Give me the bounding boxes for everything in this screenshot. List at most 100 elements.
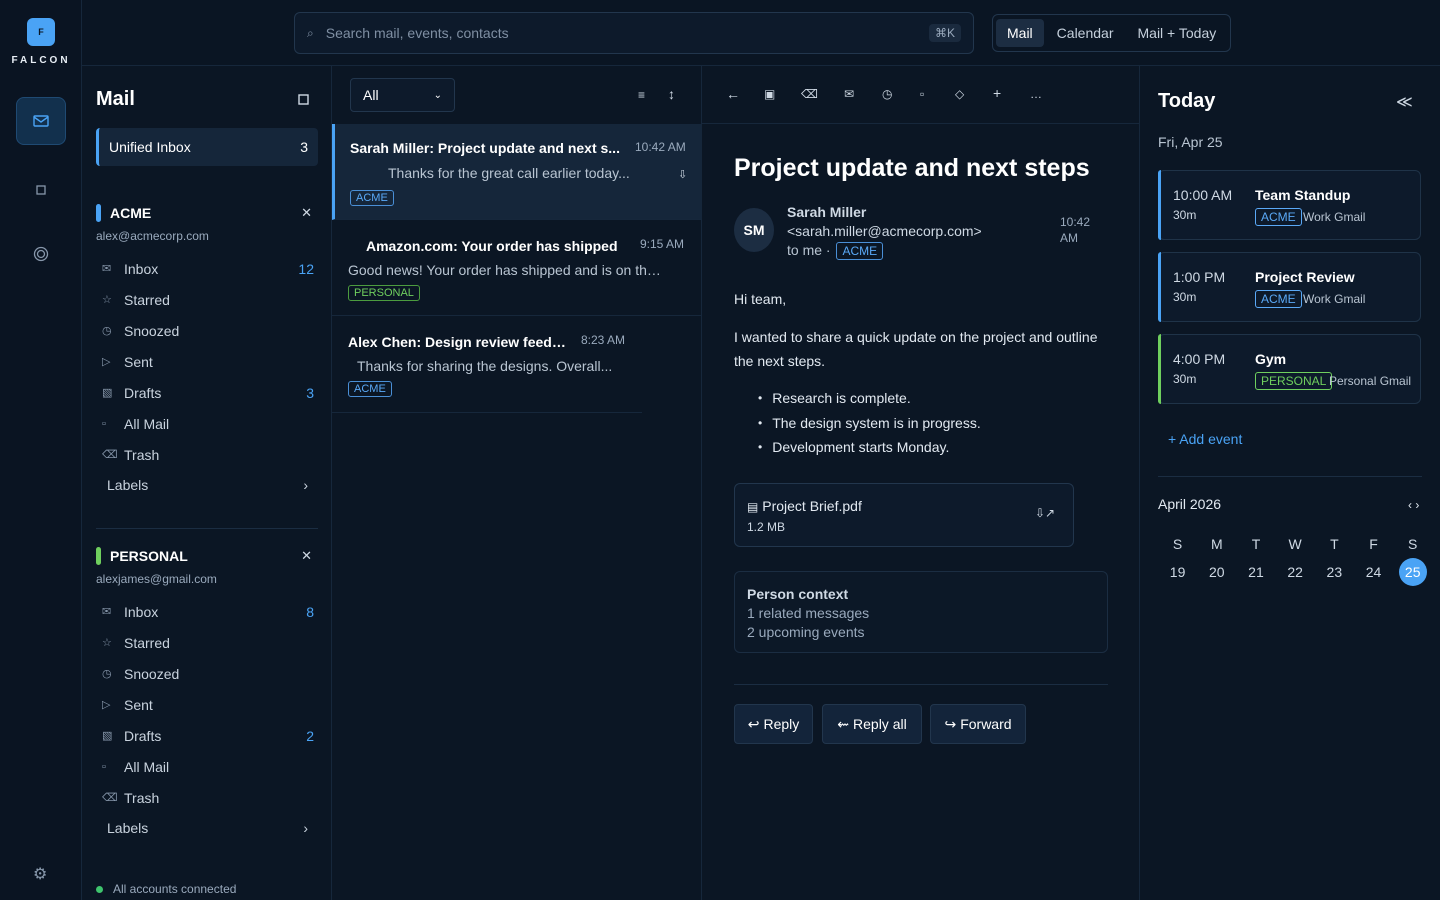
back-arrow-icon[interactable]: ←: [726, 86, 740, 102]
weekday-label: S: [1172, 536, 1183, 552]
view-mail-tab[interactable]: Mail: [996, 19, 1044, 47]
folder-snoozed[interactable]: ◷ Snoozed: [96, 658, 318, 689]
snooze-clock-icon[interactable]: ◷: [882, 87, 892, 101]
body-paragraph: I wanted to share a quick update on the …: [734, 329, 1098, 369]
archive-icon: ▫: [102, 417, 106, 430]
today-date: Fri, Apr 25: [1158, 134, 1223, 150]
more-icon[interactable]: …: [1030, 87, 1042, 101]
reader-toolbar: ← ▣ ⌫ ✉ ◷ ▫ ◇ + …: [702, 66, 1140, 124]
weekday-label: M: [1210, 536, 1223, 552]
account-email: alex@acmecorp.com: [96, 229, 209, 243]
body-bullets: Research is complete. The design system …: [758, 386, 981, 460]
labels-toggle[interactable]: Labels ›: [96, 470, 318, 500]
folder-drafts[interactable]: ▧ Drafts 2: [96, 720, 318, 751]
folder-trash[interactable]: ⌫ Trash: [96, 782, 318, 813]
rail-calendar-button[interactable]: [16, 166, 66, 214]
status-dot: [96, 885, 103, 893]
calendar-day-selected[interactable]: 25: [1393, 558, 1432, 586]
forward-button[interactable]: ↪ Forward: [930, 704, 1026, 744]
message-row[interactable]: Alex Chen: Design review feedback 8:23 A…: [332, 316, 702, 412]
event-calendar: Work Gmail: [1303, 210, 1366, 224]
folder-drafts[interactable]: ▧ Drafts 3: [96, 377, 318, 408]
folder-all-mail[interactable]: ▫ All Mail: [96, 751, 318, 782]
rail-contacts-button[interactable]: [16, 230, 66, 278]
attachment-card[interactable]: ▤ Project Brief.pdf 1.2 MB ⇩↗: [734, 483, 1074, 547]
weekday-label: T: [1251, 536, 1261, 552]
reply-button[interactable]: ↩ Reply: [734, 704, 813, 744]
unified-inbox-count: 3: [300, 139, 308, 155]
message-row[interactable]: Sarah Miller: Project update and next s.…: [332, 124, 702, 220]
labels-toggle[interactable]: Labels ›: [96, 813, 318, 843]
message-time: 10:42 AM: [1060, 215, 1091, 245]
calendar-day[interactable]: 19: [1158, 558, 1197, 586]
delete-icon[interactable]: ⌫: [801, 87, 818, 101]
settings-gear-icon[interactable]: ⚙: [33, 864, 47, 884]
calendar-day[interactable]: 24: [1354, 558, 1393, 586]
folder-starred[interactable]: ☆ Starred: [96, 284, 318, 315]
menu-icon[interactable]: ≡: [638, 88, 645, 102]
calendar-day[interactable]: 22: [1276, 558, 1315, 586]
archive-icon[interactable]: ▣: [764, 87, 775, 101]
account-divider: [96, 528, 318, 529]
weekday-label: W: [1288, 536, 1302, 552]
folder-inbox[interactable]: ✉ Inbox 12: [96, 253, 318, 284]
account-tag: ACME: [836, 242, 884, 260]
sort-icon[interactable]: ↕: [668, 86, 675, 102]
event-color-bar: [1158, 252, 1161, 322]
folder-sent[interactable]: ▷ Sent: [96, 689, 318, 720]
filter-select[interactable]: All ⌄: [350, 78, 455, 112]
collapse-panel-icon[interactable]: ≪: [1396, 92, 1413, 112]
person-context-title: Person context: [747, 586, 849, 602]
square-icon[interactable]: ▫: [920, 87, 924, 101]
account-color-bar: [96, 547, 101, 565]
close-icon[interactable]: ✕: [301, 548, 312, 564]
folder-snoozed[interactable]: ◷ Snoozed: [96, 315, 318, 346]
send-icon: ▷: [102, 356, 111, 368]
reader-divider: [734, 684, 1108, 685]
star-icon: ☆: [102, 294, 112, 306]
search-shortcut: ⌘K: [928, 24, 961, 42]
search-input[interactable]: [325, 25, 929, 41]
archive-icon: ▫: [102, 760, 106, 773]
top-bar: ⌕ ⌘K Mail Calendar Mail + Today: [82, 0, 1440, 66]
calendar-day[interactable]: 21: [1236, 558, 1275, 586]
event-card[interactable]: 10:00 AM 30m Team Standup ACME Work Gmai…: [1158, 170, 1421, 240]
folder-all-mail[interactable]: ▫ All Mail: [96, 408, 318, 439]
download-open-icon[interactable]: ⇩↗: [1035, 506, 1055, 520]
rail-mail-button[interactable]: [16, 97, 66, 145]
message-list: All ⌄ ≡ ↕ Sarah Miller: Project update a…: [332, 66, 702, 900]
calendar-day[interactable]: 20: [1197, 558, 1236, 586]
mark-unread-icon[interactable]: ✉: [844, 87, 854, 101]
reply-all-button[interactable]: ⇜ Reply all: [822, 704, 922, 744]
event-card[interactable]: 1:00 PM 30m Project Review ACME Work Gma…: [1158, 252, 1421, 322]
event-card[interactable]: 4:00 PM 30m Gym PERSONAL Personal Gmail: [1158, 334, 1421, 404]
mail-sidebar: Mail Unified Inbox 3 ACME ✕ alex@acmecor…: [82, 66, 332, 900]
weekday-label: S: [1408, 536, 1418, 552]
folder-inbox[interactable]: ✉ Inbox 8: [96, 596, 318, 627]
recipient-line: to me · ACME: [787, 242, 884, 260]
close-icon[interactable]: ✕: [301, 205, 312, 221]
label-tag-icon[interactable]: ◇: [955, 87, 964, 101]
search-box[interactable]: ⌕ ⌘K: [294, 12, 974, 54]
add-event-button[interactable]: + Add event: [1168, 431, 1242, 447]
view-mail-today-tab[interactable]: Mail + Today: [1127, 19, 1228, 47]
unified-inbox[interactable]: Unified Inbox 3: [96, 128, 318, 166]
event-duration: 30m: [1173, 372, 1197, 386]
calendar-month: April 2026: [1158, 496, 1222, 512]
attachment-icon: ⇩: [678, 169, 688, 181]
folder-starred[interactable]: ☆ Starred: [96, 627, 318, 658]
message-subject: Sarah Miller: Project update and next s.…: [350, 140, 620, 156]
compose-icon[interactable]: [298, 94, 312, 108]
calendar-day[interactable]: 23: [1315, 558, 1354, 586]
month-nav-arrows-icon[interactable]: ‹ ›: [1408, 498, 1419, 512]
reply-icon: ↩: [747, 715, 760, 732]
message-snippet: Thanks for the great call earlier today.…: [388, 165, 630, 181]
app-rail: F FALCON ⚙: [0, 0, 82, 900]
message-subject-title: Project update and next steps: [734, 154, 1090, 182]
view-calendar-tab[interactable]: Calendar: [1046, 19, 1125, 47]
message-row[interactable]: Amazon.com: Your order has shipped 9:15 …: [332, 220, 702, 316]
clock-icon: ◷: [102, 668, 112, 680]
folder-trash[interactable]: ⌫ Trash: [96, 439, 318, 470]
folder-sent[interactable]: ▷ Sent: [96, 346, 318, 377]
plus-icon[interactable]: +: [993, 85, 1001, 101]
